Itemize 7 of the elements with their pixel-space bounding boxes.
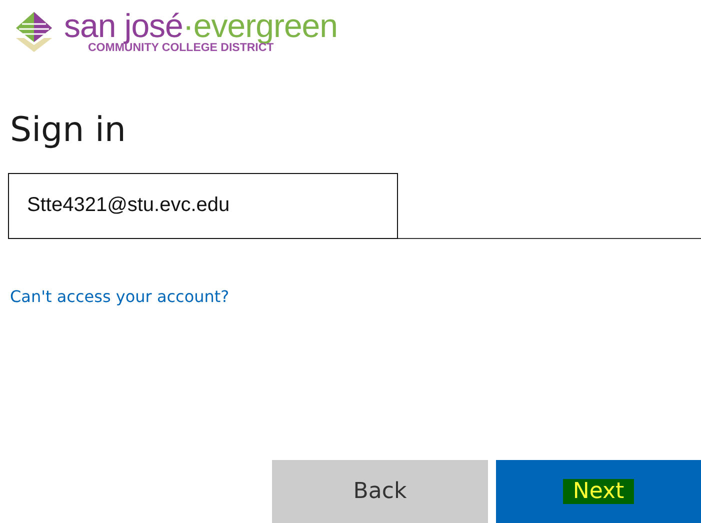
email-field[interactable]: Stte4321@stu.evc.edu	[8, 172, 398, 239]
help-link[interactable]: Can't access your account?	[10, 284, 230, 309]
logo-wordmark: san josé·evergreen	[64, 8, 338, 42]
logo-subtitle: COMMUNITY COLLEGE DISTRICT	[88, 42, 274, 56]
page-heading: Sign in	[10, 110, 127, 151]
next-button[interactable]: Next	[496, 460, 701, 523]
back-button[interactable]: Back	[272, 460, 488, 523]
